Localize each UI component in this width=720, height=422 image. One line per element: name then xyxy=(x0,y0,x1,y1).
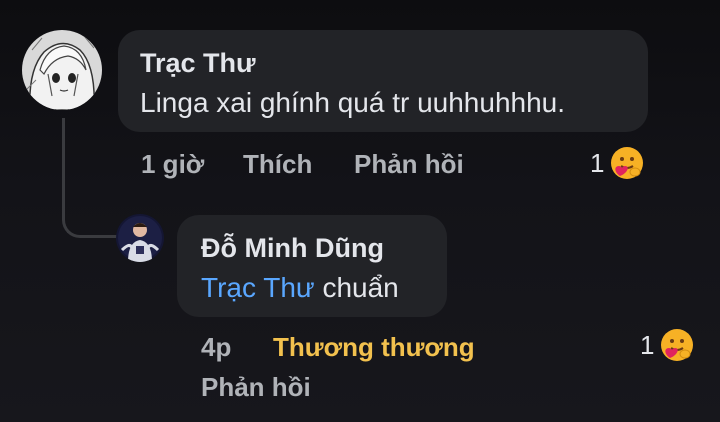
reaction-count: 1 xyxy=(640,330,655,360)
mention-link[interactable]: Trạc Thư xyxy=(201,272,315,303)
comment-bubble[interactable]: Trạc Thư Linga xai ghính quá tr uuhhuhhh… xyxy=(118,30,648,132)
reply-thread-line xyxy=(62,118,118,238)
care-reaction-button[interactable]: Thương thương xyxy=(273,331,475,363)
comment-author[interactable]: Trạc Thư xyxy=(140,46,648,80)
avatar[interactable] xyxy=(22,30,102,110)
reply-actions: 4p Thương thương xyxy=(201,331,501,363)
comment-time[interactable]: 1 giờ xyxy=(141,148,204,180)
comment-time[interactable]: 4p xyxy=(201,331,231,363)
reply-actions-row-2: Phản hồi xyxy=(201,371,401,403)
comment-author[interactable]: Đỗ Minh Dũng xyxy=(201,231,447,265)
comment-text: Linga xai ghính quá tr uuhhuhhhu. xyxy=(140,87,566,118)
reply-button[interactable]: Phản hồi xyxy=(354,148,464,180)
reaction-summary[interactable]: 1 xyxy=(640,328,694,362)
like-button[interactable]: Thích xyxy=(243,148,312,180)
reply-button[interactable]: Phản hồi xyxy=(201,371,311,403)
reaction-summary[interactable]: 1 xyxy=(590,146,644,180)
comment-text: Trạc Thư chuẩn xyxy=(201,269,447,307)
care-reaction-icon xyxy=(660,328,694,362)
reaction-count: 1 xyxy=(590,148,605,178)
reply-bubble[interactable]: Đỗ Minh Dũng Trạc Thư chuẩn xyxy=(177,215,447,317)
comment-actions: 1 giờ Thích Phản hồi xyxy=(141,148,501,180)
avatar[interactable] xyxy=(116,214,164,262)
reply-text: chuẩn xyxy=(322,272,399,303)
care-reaction-icon xyxy=(610,146,644,180)
